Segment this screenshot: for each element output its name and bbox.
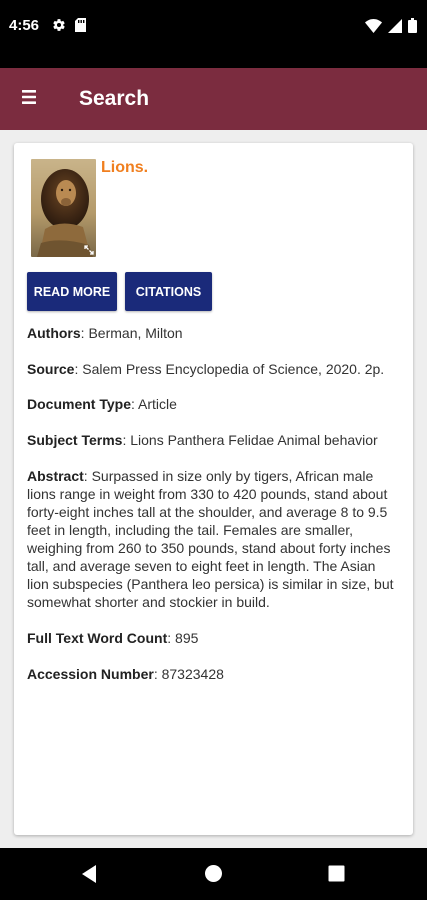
source-label: Source — [27, 361, 75, 377]
authors-value: Berman, Milton — [88, 325, 183, 341]
authors-label: Authors — [27, 325, 81, 341]
citations-button[interactable]: CITATIONS — [125, 272, 212, 311]
wifi-icon — [365, 18, 382, 38]
source-value: Salem Press Encyclopedia of Science, 202… — [82, 361, 385, 377]
status-left-icons — [52, 18, 86, 37]
record-fields: Authors: Berman, Milton Source: Salem Pr… — [27, 324, 399, 701]
menu-button[interactable] — [14, 84, 44, 114]
document-type-field: Document Type: Article — [27, 396, 177, 412]
document-type-value: Article — [138, 396, 177, 412]
document-type-label: Document Type — [27, 396, 131, 412]
source-field: Source: Salem Press Encyclopedia of Scie… — [27, 361, 385, 377]
gear-icon — [52, 18, 66, 37]
subject-terms-label: Subject Terms — [27, 432, 123, 448]
article-thumbnail[interactable] — [31, 159, 96, 257]
word-count-label: Full Text Word Count — [27, 630, 168, 646]
abstract-field: Abstract: Surpassed in size only by tige… — [27, 468, 394, 610]
abstract-value: Surpassed in size only by tigers, Africa… — [27, 468, 394, 610]
subject-terms-field: Subject Terms: Lions Panthera Felidae An… — [27, 432, 378, 448]
read-more-button[interactable]: READ MORE — [27, 272, 117, 311]
expand-icon — [84, 245, 94, 255]
authors-field: Authors: Berman, Milton — [27, 325, 183, 341]
status-bar: 4:56 — [0, 0, 427, 68]
status-right-icons — [365, 18, 417, 38]
word-count-field: Full Text Word Count: 895 — [27, 630, 199, 646]
word-count-value: 895 — [175, 630, 199, 646]
cell-signal-icon — [388, 18, 402, 38]
accession-number-label: Accession Number — [27, 666, 154, 682]
recents-icon[interactable] — [328, 865, 345, 887]
system-nav-bar — [0, 848, 427, 900]
status-time: 4:56 — [9, 17, 40, 34]
home-icon[interactable] — [204, 864, 223, 888]
menu-icon — [22, 89, 36, 110]
abstract-label: Abstract — [27, 468, 84, 484]
lion-image — [31, 159, 96, 257]
sim-card-icon — [75, 18, 86, 37]
accession-number-field: Accession Number: 87323428 — [27, 666, 224, 682]
subject-terms-value: Lions Panthera Felidae Animal behavior — [130, 432, 378, 448]
accession-number-value: 87323428 — [161, 666, 224, 682]
page-title: Search — [79, 87, 150, 110]
battery-icon — [408, 18, 417, 38]
result-detail-card: Lions. READ MORE CITATIONS Authors: Berm… — [14, 143, 413, 835]
content-area[interactable]: Lions. READ MORE CITATIONS Authors: Berm… — [0, 130, 427, 848]
back-icon[interactable] — [80, 864, 98, 889]
article-title[interactable]: Lions. — [101, 159, 148, 177]
app-bar: Search — [0, 68, 427, 130]
